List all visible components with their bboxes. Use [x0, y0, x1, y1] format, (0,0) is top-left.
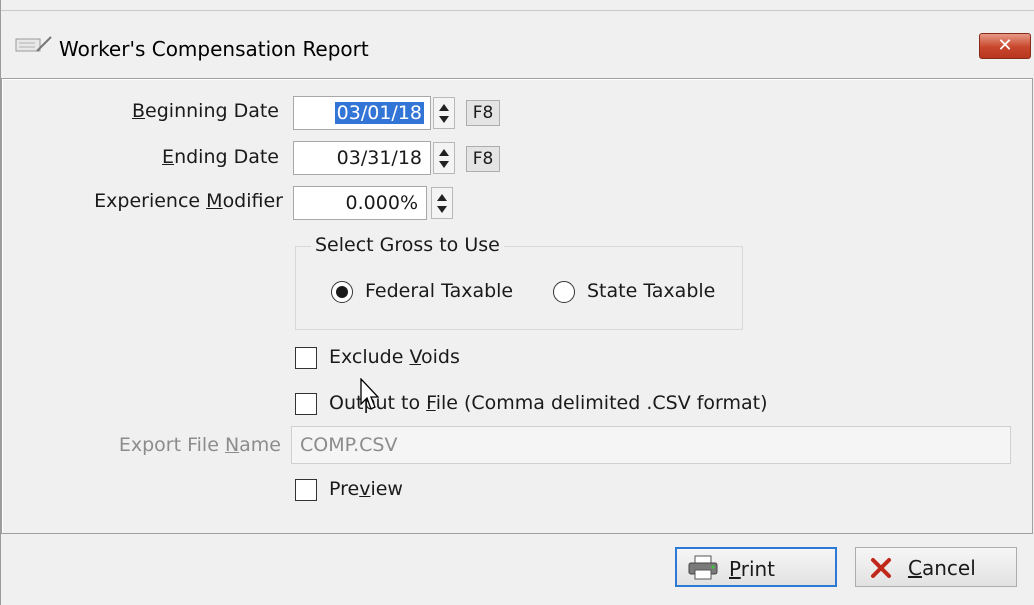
spin-down-icon — [439, 116, 449, 123]
federal-taxable-radio[interactable] — [331, 281, 353, 303]
window-title: Worker's Compensation Report — [59, 37, 369, 61]
preview-checkbox[interactable] — [295, 479, 317, 501]
ending-date-spinner[interactable] — [433, 142, 455, 174]
report-edit-icon — [15, 36, 52, 52]
export-file-name-label: Export File Name — [118, 434, 281, 456]
close-icon: ✕ — [997, 35, 1013, 56]
spin-up-icon — [439, 104, 449, 111]
mouse-pointer-icon — [360, 378, 379, 410]
exclude-voids-checkbox[interactable] — [295, 347, 317, 369]
spin-down-icon — [437, 206, 447, 213]
cancel-x-icon — [871, 558, 891, 578]
experience-modifier-spinner[interactable] — [431, 187, 453, 219]
export-file-name-input[interactable]: COMP.CSV — [291, 426, 1011, 464]
federal-taxable-label[interactable]: Federal Taxable — [365, 280, 513, 302]
title-bar: Worker's Compensation Report ✕ — [1, 10, 1034, 69]
spin-up-icon — [439, 149, 449, 156]
ending-date-label: Ending Date — [162, 146, 279, 168]
beginning-date-f8-button[interactable]: F8 — [466, 100, 500, 126]
experience-modifier-value: 0.000% — [345, 192, 418, 214]
beginning-date-input[interactable]: 03/01/18 — [293, 96, 431, 130]
print-button[interactable]: Print — [675, 547, 837, 587]
cancel-button-label: Cancel — [908, 556, 976, 580]
print-button-label: Print — [729, 557, 776, 581]
gross-group-title: Select Gross to Use — [311, 234, 504, 256]
ending-date-value: 03/31/18 — [336, 147, 422, 169]
spin-down-icon — [439, 161, 449, 168]
output-to-file-checkbox[interactable] — [295, 393, 317, 415]
ending-date-input[interactable]: 03/31/18 — [293, 141, 431, 175]
spin-up-icon — [437, 194, 447, 201]
experience-modifier-label: Experience Modifier — [94, 190, 283, 212]
state-taxable-radio[interactable] — [553, 281, 575, 303]
close-button[interactable]: ✕ — [979, 33, 1031, 59]
beginning-date-label: Beginning Date — [132, 100, 279, 122]
radio-selected-dot — [336, 286, 348, 298]
output-to-file-label[interactable]: Output to File (Comma delimited .CSV for… — [329, 392, 768, 414]
ending-date-f8-button[interactable]: F8 — [466, 146, 500, 172]
dialog-window: Worker's Compensation Report ✕ Beginning… — [0, 0, 1034, 605]
state-taxable-label[interactable]: State Taxable — [587, 280, 715, 302]
cancel-button[interactable]: Cancel — [855, 547, 1017, 587]
beginning-date-spinner[interactable] — [433, 97, 455, 129]
export-file-name-value: COMP.CSV — [300, 434, 398, 456]
exclude-voids-label[interactable]: Exclude Voids — [329, 346, 460, 368]
preview-label[interactable]: Preview — [329, 478, 403, 500]
experience-modifier-input[interactable]: 0.000% — [293, 186, 427, 220]
beginning-date-value: 03/01/18 — [334, 102, 424, 124]
printer-icon — [688, 555, 718, 580]
